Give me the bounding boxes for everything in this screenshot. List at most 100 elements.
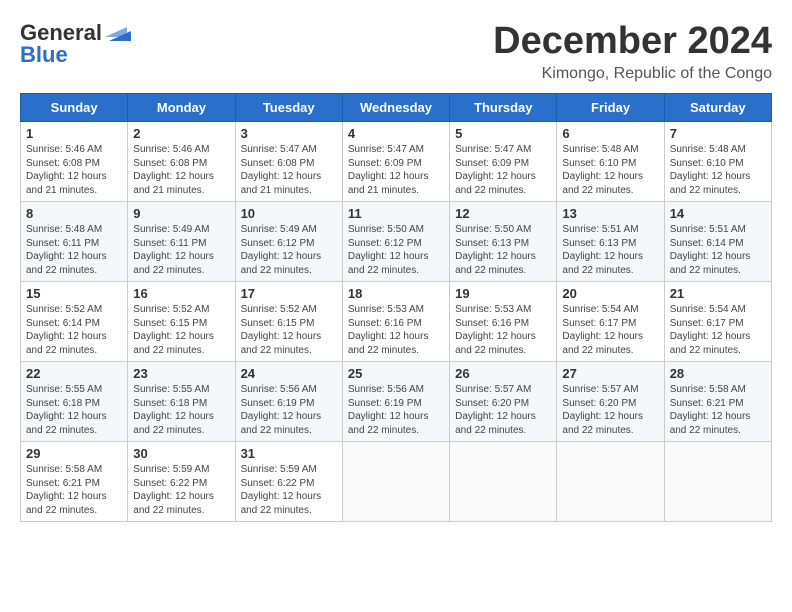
day-info: Sunrise: 5:47 AM Sunset: 6:09 PM Dayligh… [348, 143, 444, 197]
calendar-header-row: SundayMondayTuesdayWednesdayThursdayFrid… [21, 94, 772, 122]
day-info: Sunrise: 5:58 AM Sunset: 6:21 PM Dayligh… [670, 383, 766, 437]
calendar-cell: 21 Sunrise: 5:54 AM Sunset: 6:17 PM Dayli… [664, 282, 771, 362]
calendar-cell: 25 Sunrise: 5:56 AM Sunset: 6:19 PM Dayli… [342, 362, 449, 442]
title-area: December 2024 Kimongo, Republic of the C… [493, 20, 772, 83]
calendar-header-cell: Saturday [664, 94, 771, 122]
calendar-cell [450, 442, 557, 522]
calendar-header-cell: Friday [557, 94, 664, 122]
day-number: 14 [670, 206, 766, 221]
day-info: Sunrise: 5:47 AM Sunset: 6:09 PM Dayligh… [455, 143, 551, 197]
calendar-cell: 4 Sunrise: 5:47 AM Sunset: 6:09 PM Daylig… [342, 122, 449, 202]
calendar-cell [342, 442, 449, 522]
day-number: 30 [133, 446, 229, 461]
calendar-cell: 6 Sunrise: 5:48 AM Sunset: 6:10 PM Daylig… [557, 122, 664, 202]
day-number: 25 [348, 366, 444, 381]
calendar-cell: 31 Sunrise: 5:59 AM Sunset: 6:22 PM Dayli… [235, 442, 342, 522]
calendar-cell: 9 Sunrise: 5:49 AM Sunset: 6:11 PM Daylig… [128, 202, 235, 282]
day-info: Sunrise: 5:51 AM Sunset: 6:13 PM Dayligh… [562, 223, 658, 277]
day-info: Sunrise: 5:46 AM Sunset: 6:08 PM Dayligh… [133, 143, 229, 197]
calendar-header-cell: Tuesday [235, 94, 342, 122]
calendar-week-row: 8 Sunrise: 5:48 AM Sunset: 6:11 PM Daylig… [21, 202, 772, 282]
calendar-cell: 18Sunrise: 5:53 AM Sunset: 6:16 PM Dayli… [342, 282, 449, 362]
day-info: Sunrise: 5:48 AM Sunset: 6:10 PM Dayligh… [670, 143, 766, 197]
day-number: 20 [562, 286, 658, 301]
day-info: Sunrise: 5:49 AM Sunset: 6:11 PM Dayligh… [133, 223, 229, 277]
day-number: 16 [133, 286, 229, 301]
day-info: Sunrise: 5:55 AM Sunset: 6:18 PM Dayligh… [133, 383, 229, 437]
day-info: Sunrise: 5:59 AM Sunset: 6:22 PM Dayligh… [133, 463, 229, 517]
day-number: 29 [26, 446, 122, 461]
day-info: Sunrise: 5:47 AM Sunset: 6:08 PM Dayligh… [241, 143, 337, 197]
logo: General Blue [20, 20, 131, 68]
day-info: Sunrise: 5:57 AM Sunset: 6:20 PM Dayligh… [455, 383, 551, 437]
day-number: 10 [241, 206, 337, 221]
calendar-cell: 20 Sunrise: 5:54 AM Sunset: 6:17 PM Dayli… [557, 282, 664, 362]
calendar-cell: 19 Sunrise: 5:53 AM Sunset: 6:16 PM Dayli… [450, 282, 557, 362]
calendar-week-row: 22 Sunrise: 5:55 AM Sunset: 6:18 PM Dayli… [21, 362, 772, 442]
calendar-cell: 24 Sunrise: 5:56 AM Sunset: 6:19 PM Dayli… [235, 362, 342, 442]
calendar-cell: 8 Sunrise: 5:48 AM Sunset: 6:11 PM Daylig… [21, 202, 128, 282]
day-number: 27 [562, 366, 658, 381]
logo-icon [105, 23, 131, 41]
day-info: Sunrise: 5:48 AM Sunset: 6:10 PM Dayligh… [562, 143, 658, 197]
day-info: Sunrise: 5:53 AM Sunset: 6:16 PM Dayligh… [455, 303, 551, 357]
day-number: 7 [670, 126, 766, 141]
day-info: Sunrise: 5:50 AM Sunset: 6:12 PM Dayligh… [348, 223, 444, 277]
day-info: Sunrise: 5:59 AM Sunset: 6:22 PM Dayligh… [241, 463, 337, 517]
day-info: Sunrise: 5:57 AM Sunset: 6:20 PM Dayligh… [562, 383, 658, 437]
calendar-cell [664, 442, 771, 522]
day-number: 15 [26, 286, 122, 301]
location-subtitle: Kimongo, Republic of the Congo [493, 65, 772, 83]
day-info: Sunrise: 5:56 AM Sunset: 6:19 PM Dayligh… [348, 383, 444, 437]
calendar-cell: 15Sunrise: 5:52 AM Sunset: 6:14 PM Dayli… [21, 282, 128, 362]
day-number: 6 [562, 126, 658, 141]
calendar-cell: 1Sunrise: 5:46 AM Sunset: 6:08 PM Daylig… [21, 122, 128, 202]
day-number: 2 [133, 126, 229, 141]
day-number: 9 [133, 206, 229, 221]
day-number: 28 [670, 366, 766, 381]
calendar-cell: 12Sunrise: 5:50 AM Sunset: 6:13 PM Dayli… [450, 202, 557, 282]
day-number: 5 [455, 126, 551, 141]
day-number: 4 [348, 126, 444, 141]
day-number: 21 [670, 286, 766, 301]
day-info: Sunrise: 5:52 AM Sunset: 6:15 PM Dayligh… [241, 303, 337, 357]
calendar-table: SundayMondayTuesdayWednesdayThursdayFrid… [20, 93, 772, 522]
day-number: 13 [562, 206, 658, 221]
calendar-cell: 30 Sunrise: 5:59 AM Sunset: 6:22 PM Dayli… [128, 442, 235, 522]
day-number: 22 [26, 366, 122, 381]
month-title: December 2024 [493, 20, 772, 63]
day-info: Sunrise: 5:54 AM Sunset: 6:17 PM Dayligh… [670, 303, 766, 357]
day-info: Sunrise: 5:48 AM Sunset: 6:11 PM Dayligh… [26, 223, 122, 277]
calendar-header-cell: Sunday [21, 94, 128, 122]
calendar-cell: 5 Sunrise: 5:47 AM Sunset: 6:09 PM Daylig… [450, 122, 557, 202]
calendar-cell: 27 Sunrise: 5:57 AM Sunset: 6:20 PM Dayli… [557, 362, 664, 442]
calendar-header-cell: Monday [128, 94, 235, 122]
day-number: 19 [455, 286, 551, 301]
day-number: 8 [26, 206, 122, 221]
calendar-week-row: 15Sunrise: 5:52 AM Sunset: 6:14 PM Dayli… [21, 282, 772, 362]
day-info: Sunrise: 5:54 AM Sunset: 6:17 PM Dayligh… [562, 303, 658, 357]
calendar-week-row: 1 Sunrise: 5:46 AM Sunset: 6:08 PM Daylig… [21, 122, 772, 202]
day-info: Sunrise: 5:56 AM Sunset: 6:19 PM Dayligh… [241, 383, 337, 437]
calendar-cell: 29Sunrise: 5:58 AM Sunset: 6:21 PM Dayli… [21, 442, 128, 522]
calendar-cell: 14 Sunrise: 5:51 AM Sunset: 6:14 PM Dayli… [664, 202, 771, 282]
calendar-cell: 3 Sunrise: 5:47 AM Sunset: 6:08 PM Daylig… [235, 122, 342, 202]
calendar-header-cell: Wednesday [342, 94, 449, 122]
day-info: Sunrise: 5:51 AM Sunset: 6:14 PM Dayligh… [670, 223, 766, 277]
calendar-cell: 11Sunrise: 5:50 AM Sunset: 6:12 PM Dayli… [342, 202, 449, 282]
calendar-cell [557, 442, 664, 522]
day-number: 12 [455, 206, 551, 221]
day-number: 3 [241, 126, 337, 141]
calendar-cell: 7 Sunrise: 5:48 AM Sunset: 6:10 PM Daylig… [664, 122, 771, 202]
day-number: 26 [455, 366, 551, 381]
day-number: 18 [348, 286, 444, 301]
day-number: 1 [26, 126, 122, 141]
calendar-cell: 23Sunrise: 5:55 AM Sunset: 6:18 PM Dayli… [128, 362, 235, 442]
page-header: General Blue December 2024 Kimongo, Repu… [20, 20, 772, 83]
calendar-cell: 28 Sunrise: 5:58 AM Sunset: 6:21 PM Dayli… [664, 362, 771, 442]
day-number: 24 [241, 366, 337, 381]
day-number: 31 [241, 446, 337, 461]
calendar-cell: 22Sunrise: 5:55 AM Sunset: 6:18 PM Dayli… [21, 362, 128, 442]
calendar-header-cell: Thursday [450, 94, 557, 122]
calendar-cell: 17Sunrise: 5:52 AM Sunset: 6:15 PM Dayli… [235, 282, 342, 362]
